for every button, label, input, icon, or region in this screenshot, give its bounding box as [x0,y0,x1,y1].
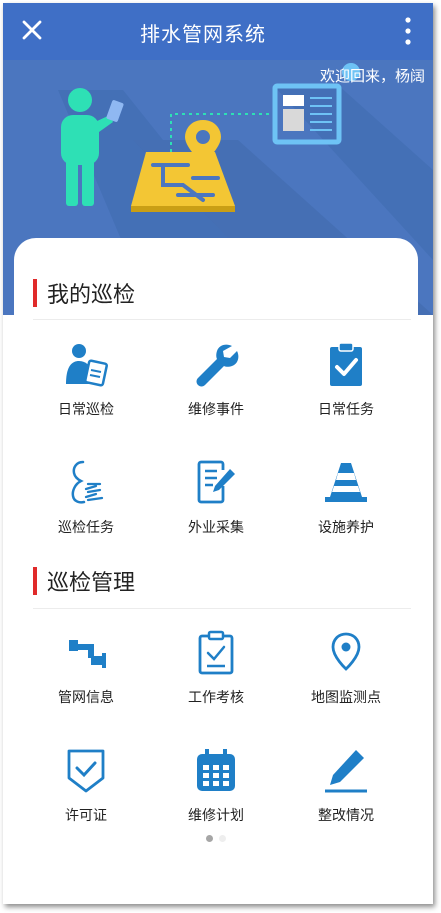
section-accent-bar [33,279,37,307]
menu-item-label: 日常巡检 [58,402,114,418]
menu-item-field-collection[interactable]: 外业采集 [151,458,281,558]
divider [33,319,411,320]
menu-item-inspection-tasks[interactable]: 巡检任务 [21,458,151,558]
form-edit-icon [197,460,235,504]
title-bar: 排水管网系统 [3,3,433,60]
menu-item-label: 工作考核 [188,690,244,706]
welcome-text: 欢迎回来，杨阔 [319,67,425,85]
wrench-icon [196,344,239,387]
menu-item-daily-tasks[interactable]: 日常任务 [281,340,411,440]
page-dot-active[interactable] [206,835,213,842]
page-dot[interactable] [219,835,226,842]
menu-item-pipe-network-info[interactable]: 管网信息 [21,628,151,728]
menu-item-permit[interactable]: 许可证 [21,746,151,846]
menu-item-label: 许可证 [65,808,107,824]
menu-item-label: 整改情况 [318,808,374,824]
inspector-clipboard-icon [66,344,108,387]
map-pin-icon [331,632,361,671]
shield-check-icon [67,749,105,793]
menu-item-label: 日常任务 [318,402,374,418]
calendar-icon [197,749,235,791]
section-header-inspection-management: 巡检管理 [33,563,135,599]
pipe-icon [69,640,106,668]
menu-item-label: 地图监测点 [311,690,381,706]
patrol-person-icon [71,460,104,504]
section-accent-bar [33,567,37,595]
menu-item-map-monitoring-points[interactable]: 地图监测点 [281,628,411,728]
divider [33,608,411,609]
clipboard-check-icon [198,630,234,675]
menu-item-label: 外业采集 [188,520,244,536]
pen-edit-icon [325,750,367,793]
menu-item-label: 设施养护 [318,520,374,536]
menu-item-repair-events[interactable]: 维修事件 [151,340,281,440]
menu-item-work-assessment[interactable]: 工作考核 [151,628,281,728]
menu-item-label: 巡检任务 [58,520,114,536]
more-vertical-icon[interactable] [403,16,413,46]
page-title: 排水管网系统 [140,22,266,46]
menu-item-daily-inspection[interactable]: 日常巡检 [21,340,151,440]
clipboard-check-icon [330,342,362,386]
menu-item-facility-maintenance[interactable]: 设施养护 [281,458,411,558]
menu-item-label: 维修计划 [188,808,244,824]
menu-item-repair-plan[interactable]: 维修计划 [151,746,281,846]
app-window: 排水管网系统 欢迎回来，杨阔 我的巡检 日常巡检 维修事件 日常任务 巡检任务 … [3,3,433,904]
section-title: 巡检管理 [47,571,136,596]
traffic-cone-icon [325,463,367,502]
section-header-my-inspection: 我的巡检 [33,275,135,311]
menu-card: 我的巡检 日常巡检 维修事件 日常任务 巡检任务 外业采集 设施养护 巡检管理 … [14,238,418,904]
menu-item-label: 维修事件 [188,402,244,418]
section-title: 我的巡检 [47,283,136,308]
menu-item-rectification-status[interactable]: 整改情况 [281,746,411,846]
menu-item-label: 管网信息 [58,690,114,706]
